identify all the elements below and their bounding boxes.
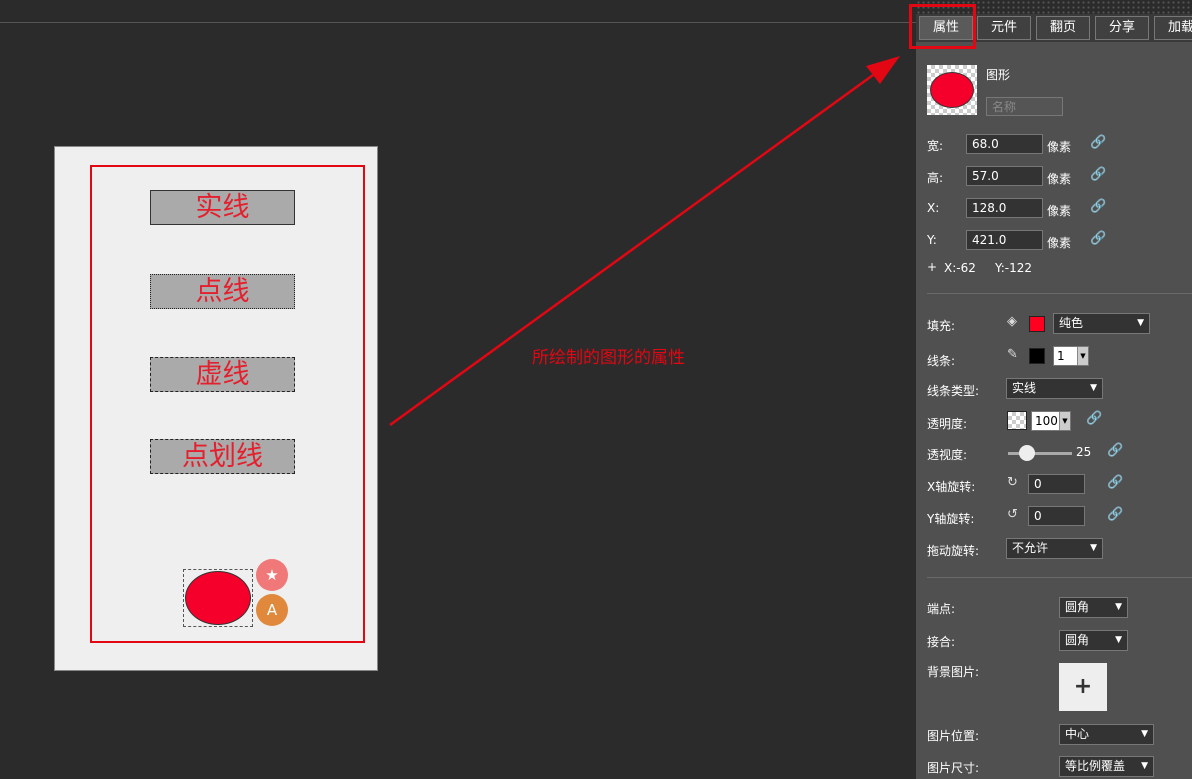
stroke-type-select[interactable]: 实线 ▼	[1006, 378, 1103, 399]
stroke-label: 线条:	[927, 354, 956, 368]
y-input[interactable]: 421.0	[966, 230, 1043, 250]
link-icon[interactable]: 🔗	[1107, 475, 1123, 490]
stroke-type-label: 线条类型:	[927, 384, 980, 398]
y-rotate-label: Y轴旋转:	[927, 512, 975, 526]
drag-rotate-select[interactable]: 不允许 ▼	[1006, 538, 1103, 559]
tab-components[interactable]: 元件	[977, 16, 1031, 40]
width-unit: 像素	[1047, 140, 1072, 154]
paint-bucket-icon[interactable]: ◈	[1007, 314, 1017, 329]
drag-rotate-value: 不允许	[1012, 541, 1049, 555]
x-rotate-label: X轴旋转:	[927, 480, 976, 494]
chevron-down-icon[interactable]: ▼	[1077, 347, 1088, 365]
image-size-select[interactable]: 等比例覆盖 ▼	[1059, 756, 1154, 777]
chevron-down-icon: ▼	[1141, 729, 1148, 739]
x-input[interactable]: 128.0	[966, 198, 1043, 218]
x-label: X:	[927, 201, 940, 215]
width-input[interactable]: 68.0	[966, 134, 1043, 154]
y-unit: 像素	[1047, 236, 1072, 250]
fill-mode-value: 纯色	[1059, 316, 1084, 330]
link-icon[interactable]: 🔗	[1086, 411, 1102, 426]
divider	[927, 577, 1192, 578]
shape-name-input[interactable]: 名称	[986, 97, 1063, 116]
thumbnail-ellipse	[930, 72, 974, 108]
image-position-value: 中心	[1065, 727, 1090, 741]
cap-value: 圆角	[1065, 600, 1090, 614]
tab-load[interactable]: 加载	[1154, 16, 1192, 40]
bg-image-label: 背景图片:	[927, 665, 980, 679]
image-position-select[interactable]: 中心 ▼	[1059, 724, 1154, 745]
chevron-down-icon: ▼	[1090, 543, 1097, 553]
chevron-down-icon[interactable]: ▼	[1059, 412, 1070, 430]
join-select[interactable]: 圆角 ▼	[1059, 630, 1128, 651]
join-value: 圆角	[1065, 633, 1090, 647]
properties-panel: 属性 元件 翻页 分享 加载 图形 名称 宽: 68.0 像素 🔗 高: 57.…	[916, 14, 1192, 779]
shape-thumbnail	[927, 65, 977, 115]
opacity-icon	[1007, 411, 1027, 430]
cap-select[interactable]: 圆角 ▼	[1059, 597, 1128, 618]
width-label: 宽:	[927, 139, 944, 153]
chevron-down-icon: ▼	[1137, 318, 1144, 328]
annotation-text: 所绘制的图形的属性	[532, 348, 685, 368]
x-unit: 像素	[1047, 204, 1072, 218]
height-unit: 像素	[1047, 172, 1072, 186]
fill-label: 填充:	[927, 319, 956, 333]
divider	[927, 293, 1192, 294]
perspective-slider-handle[interactable]	[1019, 445, 1035, 461]
drag-rotate-label: 拖动旋转:	[927, 544, 980, 558]
x-rotate-input[interactable]: 0	[1028, 474, 1085, 494]
pen-icon[interactable]: ✎	[1007, 347, 1018, 362]
chevron-down-icon: ▼	[1141, 761, 1148, 771]
chevron-down-icon: ▼	[1115, 635, 1122, 645]
height-label: 高:	[927, 171, 944, 185]
image-position-label: 图片位置:	[927, 729, 980, 743]
opacity-stepper[interactable]: 100 ▼	[1031, 411, 1071, 431]
tab-highlight-frame	[909, 4, 976, 49]
link-icon[interactable]: 🔗	[1090, 199, 1106, 214]
stroke-type-value: 实线	[1012, 381, 1037, 395]
stroke-width-value: 1	[1057, 349, 1065, 363]
fill-color-swatch[interactable]	[1029, 316, 1045, 332]
cap-label: 端点:	[927, 602, 956, 616]
y-rotate-input[interactable]: 0	[1028, 506, 1085, 526]
height-input[interactable]: 57.0	[966, 166, 1043, 186]
link-icon[interactable]: 🔗	[1107, 443, 1123, 458]
link-icon[interactable]: 🔗	[1090, 231, 1106, 246]
opacity-value: 100	[1035, 414, 1058, 428]
rotate-x-icon: ↻	[1007, 475, 1018, 490]
chevron-down-icon: ▼	[1090, 383, 1097, 393]
offset-y-readout: Y:-122	[995, 261, 1033, 275]
offset-plus-icon: +	[927, 260, 938, 274]
image-size-label: 图片尺寸:	[927, 761, 980, 775]
image-size-value: 等比例覆盖	[1065, 759, 1126, 773]
tab-page-turn[interactable]: 翻页	[1036, 16, 1090, 40]
perspective-label: 透视度:	[927, 448, 968, 462]
join-label: 接合:	[927, 635, 956, 649]
stroke-color-swatch[interactable]	[1029, 348, 1045, 364]
add-bg-image-button[interactable]: +	[1059, 663, 1107, 711]
fill-mode-select[interactable]: 纯色 ▼	[1053, 313, 1150, 334]
link-icon[interactable]: 🔗	[1090, 167, 1106, 182]
tab-share[interactable]: 分享	[1095, 16, 1149, 40]
y-label: Y:	[927, 233, 937, 247]
perspective-value: 25	[1076, 445, 1092, 459]
opacity-label: 透明度:	[927, 417, 968, 431]
offset-x-readout: X:-62	[944, 261, 976, 275]
rotate-y-icon: ↺	[1007, 507, 1018, 522]
link-icon[interactable]: 🔗	[1107, 507, 1123, 522]
stroke-width-stepper[interactable]: 1 ▼	[1053, 346, 1089, 366]
perspective-slider-track[interactable]	[1008, 452, 1072, 455]
shape-type-label: 图形	[986, 68, 1011, 82]
chevron-down-icon: ▼	[1115, 602, 1122, 612]
link-icon[interactable]: 🔗	[1090, 135, 1106, 150]
